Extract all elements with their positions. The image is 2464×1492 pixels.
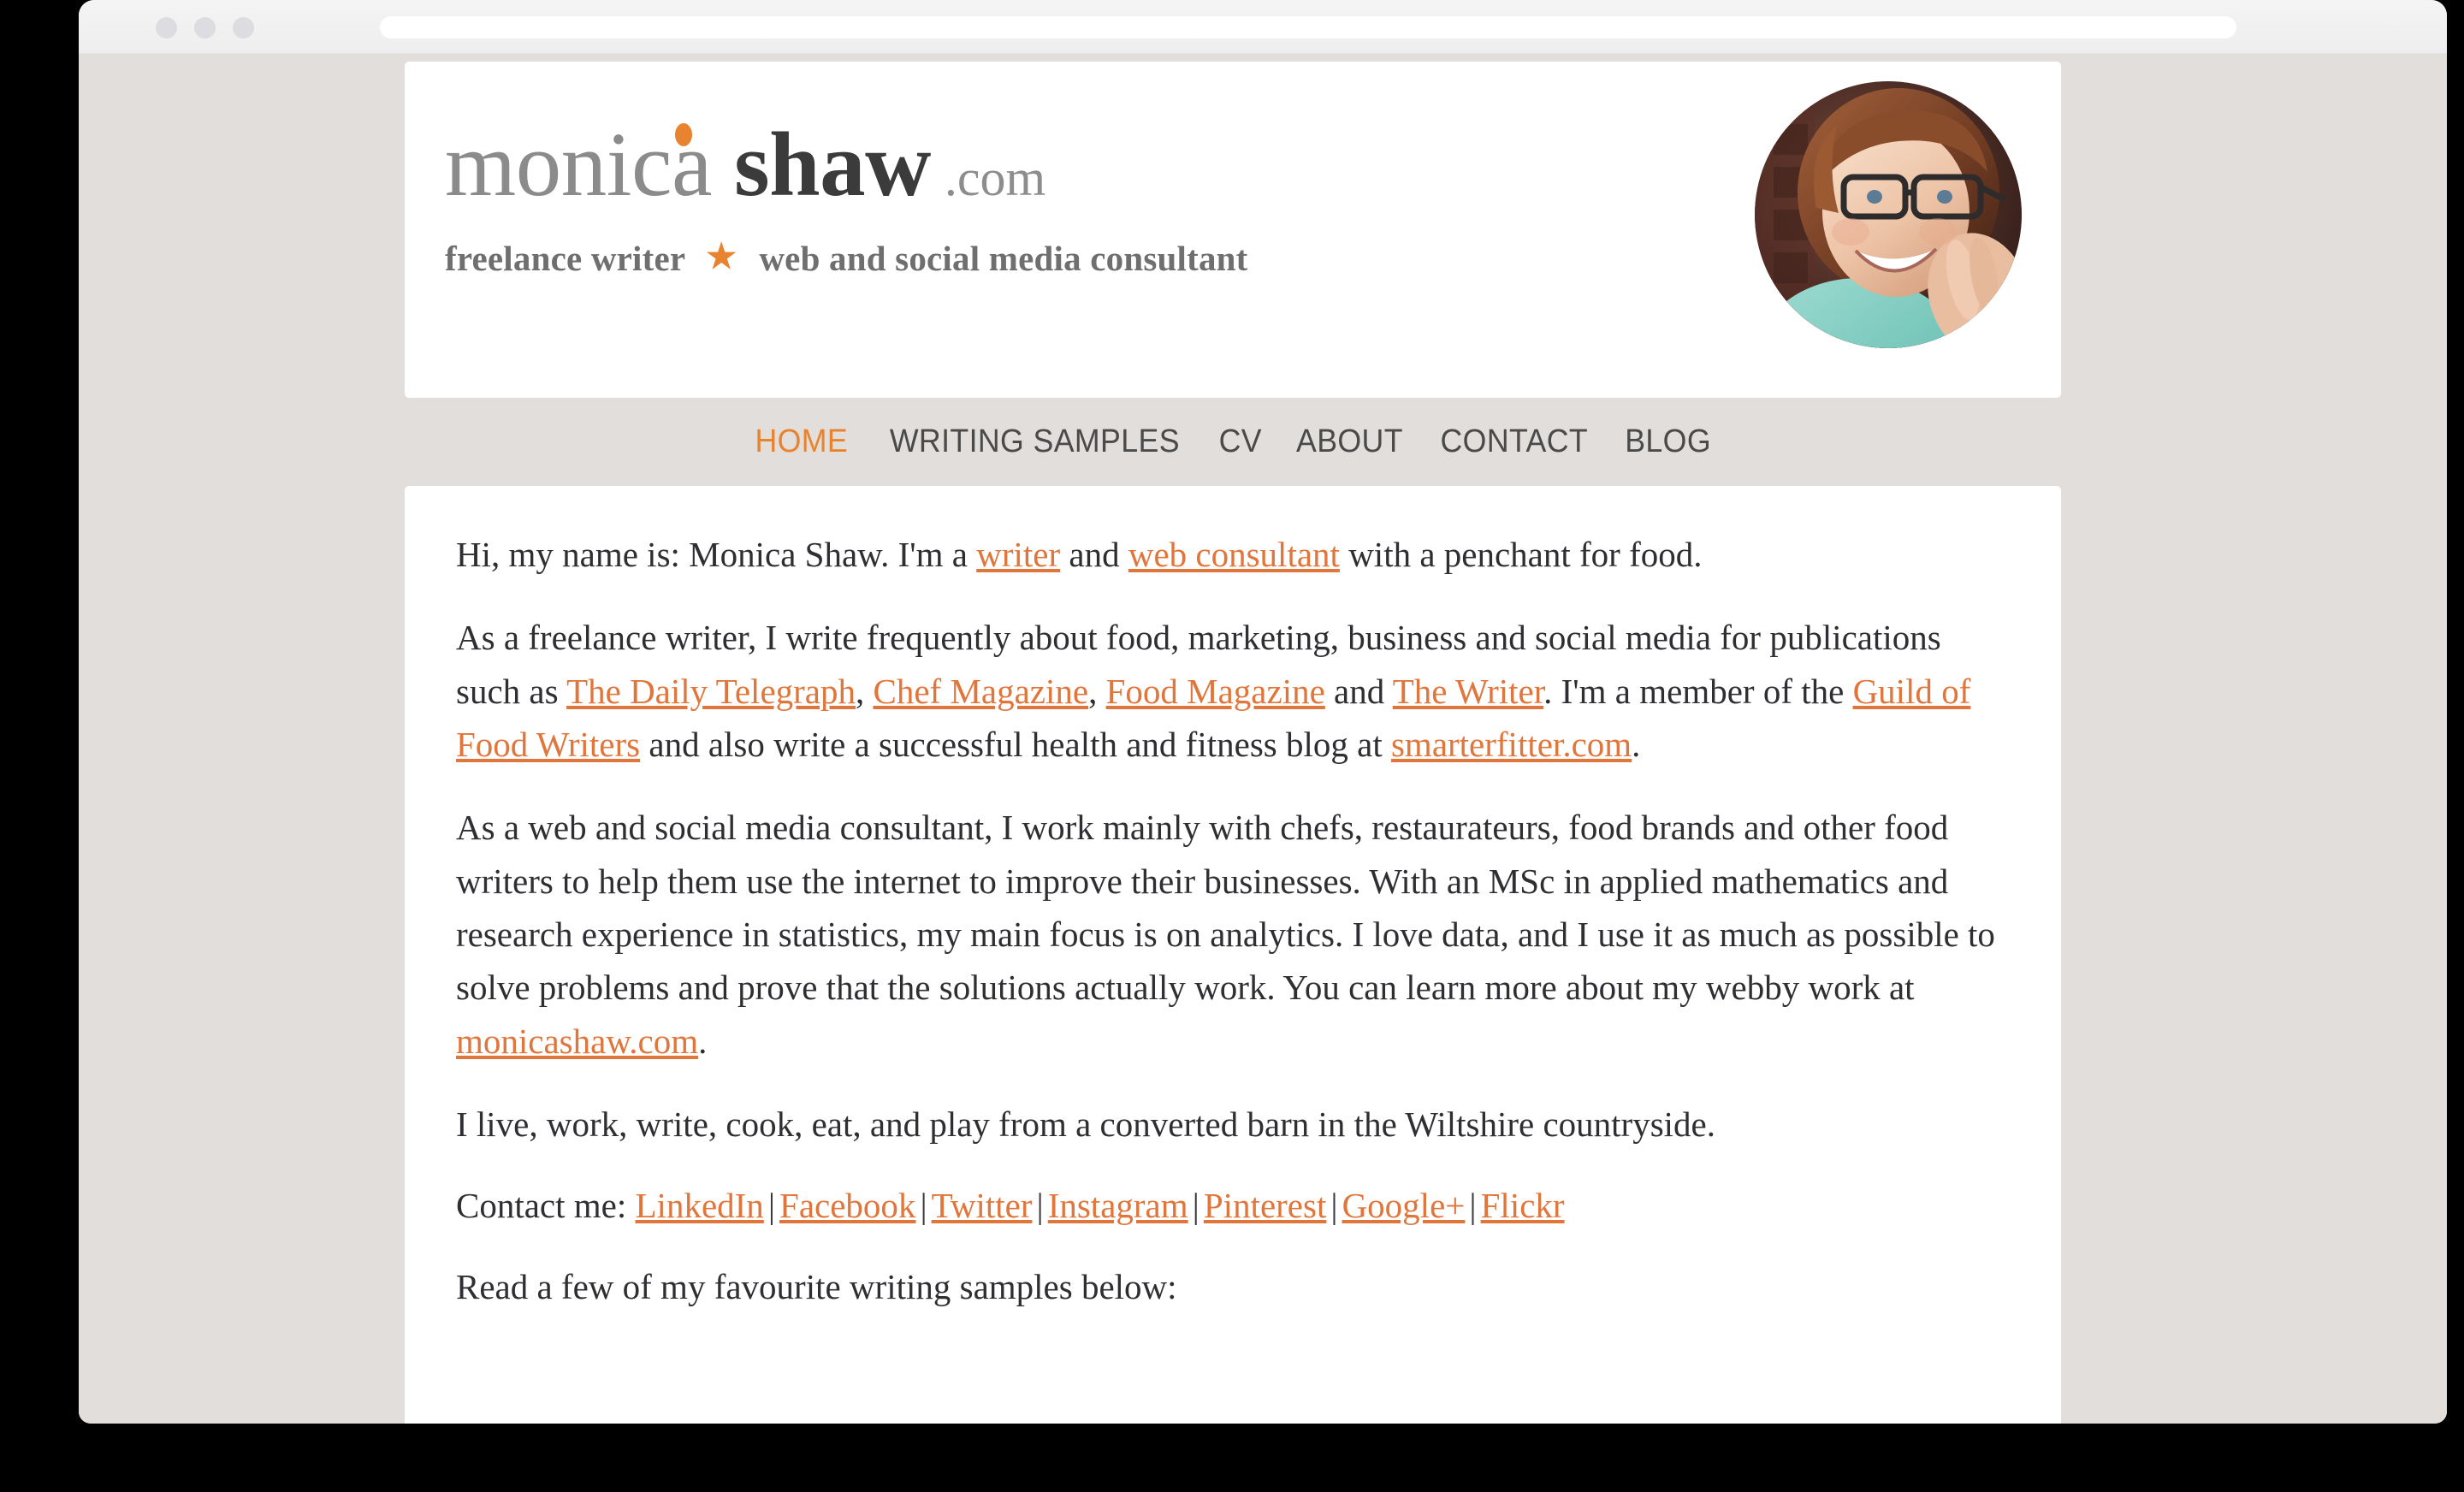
nav-item-blog[interactable]: BLOG — [1611, 423, 1725, 460]
writing-samples-intro: Read a few of my favourite writing sampl… — [456, 1267, 1177, 1307]
contact-separator: | — [920, 1186, 927, 1226]
consult-text-2: . — [698, 1021, 708, 1061]
site-logo[interactable]: monica shaw .com — [445, 120, 1557, 211]
maximize-window-icon[interactable] — [233, 17, 254, 38]
link-flickr[interactable]: Flickr — [1481, 1186, 1565, 1225]
logo-text-shaw: shaw — [733, 115, 931, 216]
site-tagline: freelance writer ★ web and social media … — [445, 238, 1557, 279]
main-content-panel: Hi, my name is: Monica Shaw. I'm a write… — [405, 486, 2061, 1424]
nav-item-cv[interactable]: CV — [1205, 423, 1276, 460]
intro-text-1: Hi, my name is: Monica Shaw. I'm a — [456, 535, 977, 574]
link-googleplus[interactable]: Google+ — [1342, 1186, 1466, 1225]
minimize-window-icon[interactable] — [194, 17, 216, 38]
link-instagram[interactable]: Instagram — [1048, 1186, 1188, 1225]
link-daily-telegraph[interactable]: The Daily Telegraph — [566, 672, 856, 711]
site-header: monica shaw .com freelance writer ★ web an… — [405, 62, 2061, 398]
logo-accent-dot-icon — [675, 123, 692, 146]
browser-window: monica shaw .com freelance writer ★ web an… — [79, 0, 2447, 1424]
brand-block: monica shaw .com freelance writer ★ web an… — [445, 120, 1557, 279]
link-writer[interactable]: writer — [976, 535, 1060, 574]
tagline-left-text: freelance writer — [445, 239, 686, 278]
contact-separator: | — [1036, 1186, 1044, 1226]
contact-label: Contact me: — [456, 1186, 636, 1226]
contact-separator: | — [1469, 1186, 1477, 1226]
fw-text-7: . — [1632, 724, 1641, 764]
contact-separator: | — [1330, 1186, 1338, 1226]
nav-item-about[interactable]: ABOUT — [1282, 423, 1417, 460]
link-chef-magazine[interactable]: Chef Magazine — [874, 672, 1089, 711]
avatar — [1755, 81, 2022, 348]
main-navigation: HOME WRITING SAMPLES CV ABOUT CONTACT BL… — [405, 398, 2061, 486]
intro-text-2: and — [1060, 535, 1128, 574]
contact-paragraph: Contact me: LinkedIn | Facebook | Twitter | In… — [456, 1179, 2010, 1232]
star-icon: ★ — [706, 237, 737, 275]
nav-item-writing-samples[interactable]: WRITING SAMPLES — [876, 423, 1194, 460]
nav-item-contact[interactable]: CONTACT — [1427, 423, 1602, 460]
link-monicashaw[interactable]: monicashaw.com — [456, 1021, 698, 1061]
browser-chrome-bar — [79, 0, 2447, 54]
nav-item-home[interactable]: HOME — [742, 423, 862, 460]
contact-separator: | — [1192, 1186, 1199, 1226]
tagline-right-text: web and social media consultant — [759, 239, 1248, 278]
freelance-writer-paragraph: As a freelance writer, I write frequentl… — [456, 611, 2010, 771]
location-paragraph: I live, work, write, cook, eat, and play… — [456, 1104, 1715, 1144]
link-smarterfitter[interactable]: smarterfitter.com — [1391, 725, 1632, 764]
link-web-consultant[interactable]: web consultant — [1128, 535, 1340, 574]
fw-text-5: . I'm a member of the — [1543, 671, 1853, 711]
link-twitter[interactable]: Twitter — [932, 1186, 1033, 1225]
logo-text-dotcom: .com — [944, 150, 1046, 206]
link-linkedin[interactable]: LinkedIn — [636, 1186, 764, 1225]
link-food-magazine[interactable]: Food Magazine — [1106, 672, 1325, 711]
link-facebook[interactable]: Facebook — [779, 1186, 915, 1225]
fw-text-6: and also write a successful health and f… — [640, 724, 1391, 764]
close-window-icon[interactable] — [156, 17, 177, 38]
logo-text-monica: monica — [445, 115, 712, 216]
intro-paragraph: Hi, my name is: Monica Shaw. I'm a write… — [456, 528, 2010, 581]
link-the-writer[interactable]: The Writer — [1393, 672, 1543, 711]
consultant-paragraph: As a web and social media consultant, I … — [456, 801, 2010, 1068]
intro-text-3: with a penchant for food. — [1339, 535, 1703, 574]
fw-text-2: , — [856, 671, 874, 711]
page-container: monica shaw .com freelance writer ★ web an… — [405, 62, 2061, 1424]
page-viewport: monica shaw .com freelance writer ★ web an… — [79, 54, 2447, 1424]
fw-text-3: , — [1088, 671, 1106, 711]
avatar-photo-icon — [1755, 81, 2022, 348]
fw-text-4: and — [1324, 671, 1393, 711]
window-traffic-lights — [156, 17, 254, 38]
link-pinterest[interactable]: Pinterest — [1204, 1186, 1326, 1225]
consult-text-1: As a web and social media consultant, I … — [456, 808, 1995, 1008]
contact-separator: | — [767, 1186, 776, 1226]
address-bar-input[interactable] — [380, 16, 2236, 38]
